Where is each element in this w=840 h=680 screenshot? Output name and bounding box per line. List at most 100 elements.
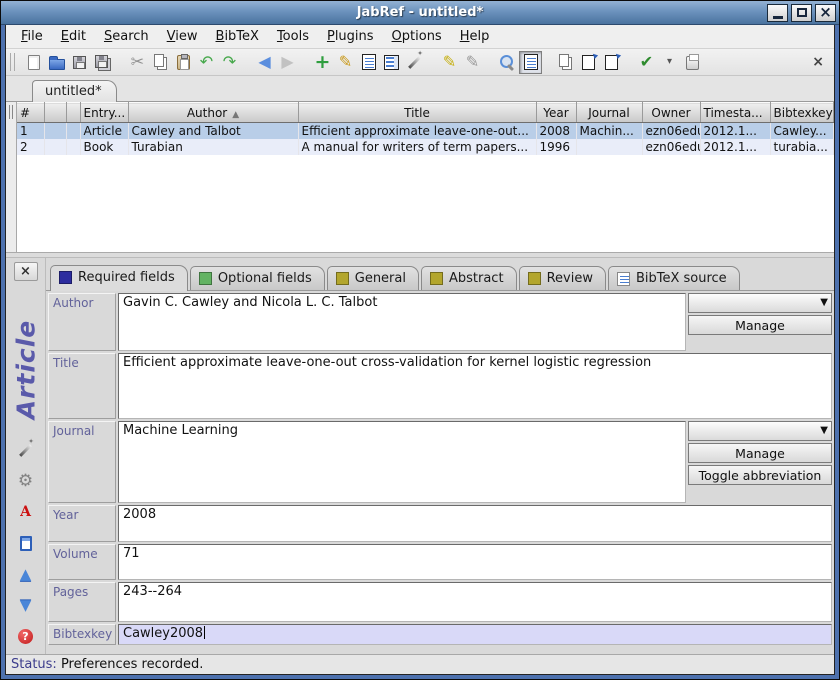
manage-button[interactable]: Manage: [688, 315, 832, 335]
field-input-pages[interactable]: 243--264: [118, 582, 832, 622]
toggle-abbreviation-button[interactable]: Toggle abbreviation: [688, 465, 832, 485]
entry-editor-close-button[interactable]: ×: [14, 262, 38, 281]
cell[interactable]: Article: [80, 123, 128, 139]
wand-icon[interactable]: [15, 440, 37, 460]
cell[interactable]: [576, 139, 642, 155]
minimize-button[interactable]: [767, 4, 788, 22]
save-database-icon[interactable]: [68, 51, 91, 74]
cell[interactable]: [44, 123, 66, 139]
back-icon[interactable]: ◀: [253, 51, 276, 74]
field-input-year[interactable]: 2008: [118, 505, 832, 542]
editor-tab-abstract[interactable]: Abstract: [421, 266, 517, 290]
copy-icon[interactable]: [149, 51, 172, 74]
cell[interactable]: Machin...: [576, 123, 642, 139]
field-input-bibtexkey[interactable]: Cawley2008: [118, 624, 832, 645]
redo-icon[interactable]: ↷: [218, 51, 241, 74]
cell[interactable]: 2008: [536, 123, 576, 139]
maximize-button[interactable]: [791, 4, 812, 22]
menu-options[interactable]: Options: [383, 27, 451, 46]
cell[interactable]: [66, 139, 80, 155]
field-input-title[interactable]: Efficient approximate leave-one-out cros…: [118, 353, 832, 419]
cell[interactable]: [66, 123, 80, 139]
toggle-preview-icon[interactable]: [519, 51, 542, 74]
mark-entries-icon[interactable]: ✎: [438, 51, 461, 74]
export-icon[interactable]: [681, 51, 704, 74]
toolbar-close-icon[interactable]: ×: [808, 54, 828, 70]
editor-tab-review[interactable]: Review: [519, 266, 606, 290]
push-to-application-icon[interactable]: [577, 51, 600, 74]
cleanup-wand-icon[interactable]: [403, 51, 426, 74]
column-header-icon2[interactable]: [66, 103, 80, 123]
column-header-author[interactable]: Author▲: [128, 103, 298, 123]
cell[interactable]: Turabian: [128, 139, 298, 155]
field-input-journal[interactable]: Machine Learning: [118, 421, 686, 503]
menu-search[interactable]: Search: [95, 27, 158, 46]
column-header-icon1[interactable]: [44, 103, 66, 123]
cell[interactable]: [44, 139, 66, 155]
menu-view[interactable]: View: [158, 27, 207, 46]
help-icon[interactable]: ?: [15, 626, 37, 646]
open-database-icon[interactable]: [45, 51, 68, 74]
save-all-icon[interactable]: [91, 51, 114, 74]
column-header-timesta[interactable]: Timesta...: [700, 103, 770, 123]
preview-document-icon[interactable]: [357, 51, 380, 74]
field-input-volume[interactable]: 71: [118, 544, 832, 580]
cell[interactable]: Cawley and Talbot: [128, 123, 298, 139]
new-entry-icon[interactable]: +: [311, 51, 334, 74]
forward-icon[interactable]: ▶: [276, 51, 299, 74]
copy-citation-icon[interactable]: [554, 51, 577, 74]
cell[interactable]: ezn06edu: [642, 123, 700, 139]
search-icon[interactable]: [496, 51, 519, 74]
close-button[interactable]: ×: [815, 4, 836, 22]
move-down-icon[interactable]: ▼: [15, 595, 37, 615]
column-header-[interactable]: #: [17, 103, 44, 123]
openoffice-push-icon[interactable]: ✔: [635, 51, 658, 74]
cell[interactable]: turabia...: [770, 139, 834, 155]
cell[interactable]: 2012.1...: [700, 123, 770, 139]
toolbar-drag-handle[interactable]: [10, 53, 15, 71]
menu-help[interactable]: Help: [451, 27, 499, 46]
menu-edit[interactable]: Edit: [52, 27, 95, 46]
column-header-title[interactable]: Title: [298, 103, 536, 123]
cell[interactable]: Book: [80, 139, 128, 155]
menu-tools[interactable]: Tools: [268, 27, 318, 46]
column-header-bibtexkey[interactable]: Bibtexkey: [770, 103, 834, 123]
author-dropdown[interactable]: ▼: [688, 293, 832, 313]
editor-tab-bibtex-source[interactable]: BibTeX source: [608, 266, 740, 290]
sidepane-splitter[interactable]: [6, 102, 17, 252]
manage-button[interactable]: Manage: [688, 443, 832, 463]
unmark-entries-icon[interactable]: ✎: [461, 51, 484, 74]
push-dropdown-arrow-icon[interactable]: ▾: [658, 51, 681, 74]
cell[interactable]: ezn06edu: [642, 139, 700, 155]
gear-icon[interactable]: ⚙: [15, 471, 37, 491]
new-database-icon[interactable]: [22, 51, 45, 74]
editor-tab-required-fields[interactable]: Required fields: [50, 265, 188, 291]
menu-plugins[interactable]: Plugins: [318, 27, 383, 46]
pdf-icon[interactable]: A: [15, 502, 37, 522]
paste-icon[interactable]: [172, 51, 195, 74]
undo-icon[interactable]: ↶: [195, 51, 218, 74]
move-up-icon[interactable]: ▲: [15, 564, 37, 584]
cell[interactable]: 1: [17, 123, 44, 139]
push-to-editor-icon[interactable]: [600, 51, 623, 74]
database-tab-untitled[interactable]: untitled*: [32, 80, 117, 102]
journal-dropdown[interactable]: ▼: [688, 421, 832, 441]
table-row[interactable]: 1 ArticleCawley and TalbotEfficient appro…: [17, 123, 834, 139]
menu-bibtex[interactable]: BibTeX: [207, 27, 268, 46]
column-header-year[interactable]: Year: [536, 103, 576, 123]
edit-entry-icon[interactable]: ✎: [334, 51, 357, 74]
column-header-owner[interactable]: Owner: [642, 103, 700, 123]
title-bar[interactable]: JabRef - untitled* ×: [1, 1, 839, 25]
cell[interactable]: Cawley...: [770, 123, 834, 139]
document-icon[interactable]: [15, 533, 37, 553]
table-row[interactable]: 2BookTurabianA manual for writers of ter…: [17, 139, 834, 155]
menu-file[interactable]: File: [12, 27, 52, 46]
cell[interactable]: 2012.1...: [700, 139, 770, 155]
edit-strings-icon[interactable]: [380, 51, 403, 74]
editor-tab-optional-fields[interactable]: Optional fields: [190, 266, 325, 290]
cell[interactable]: 1996: [536, 139, 576, 155]
cell[interactable]: Efficient approximate leave-one-out...: [298, 123, 536, 139]
cut-icon[interactable]: ✂: [126, 51, 149, 74]
editor-tab-general[interactable]: General: [327, 266, 419, 290]
column-header-journal[interactable]: Journal: [576, 103, 642, 123]
